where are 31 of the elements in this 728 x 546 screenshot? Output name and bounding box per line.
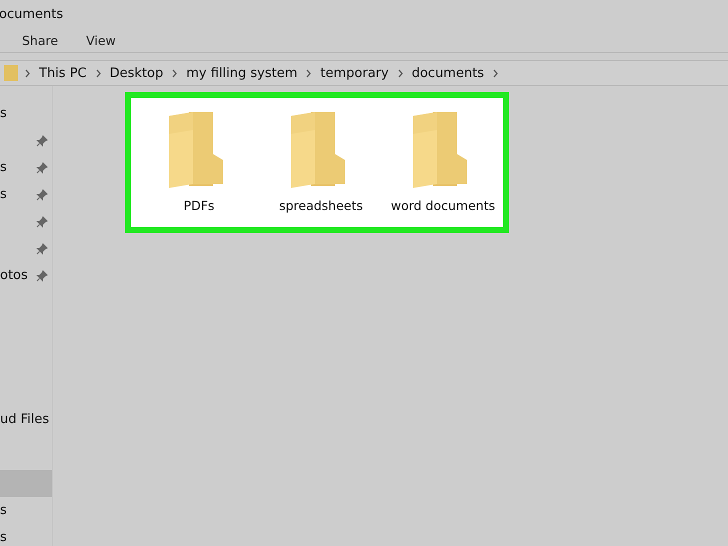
pin-icon[interactable] (36, 134, 48, 146)
breadcrumb-item[interactable]: This PC (37, 66, 89, 80)
pin-icon[interactable] (36, 216, 48, 228)
pin-icon[interactable] (36, 162, 48, 174)
sidebar-item[interactable]: s (0, 106, 7, 121)
sidebar-item[interactable]: s (0, 187, 7, 202)
chevron-icon (396, 68, 404, 78)
pin-icon[interactable] (36, 242, 48, 254)
ribbon-tab[interactable]: Share (22, 30, 58, 50)
chevron-icon (94, 68, 102, 78)
pin-icon[interactable] (36, 188, 48, 200)
sidebar-item[interactable]: s (0, 160, 7, 175)
pin-icon[interactable] (36, 270, 48, 282)
chevron-icon (305, 68, 312, 78)
folder-name[interactable]: PDFs (184, 198, 214, 213)
sidebar-item[interactable]: s (0, 530, 7, 545)
breadcrumb-item[interactable]: Desktop (108, 66, 166, 80)
chevron-icon (24, 68, 31, 78)
sidebar-item[interactable]: s (0, 503, 7, 518)
window-title: ocuments (0, 6, 64, 22)
folder-name[interactable]: spreadsheets (279, 198, 363, 213)
breadcrumb-item[interactable]: temporary (318, 66, 391, 80)
sidebar-item[interactable]: otos (0, 268, 28, 283)
breadcrumb-item[interactable]: documents (410, 66, 486, 80)
folder-icon (4, 64, 18, 82)
folder-name[interactable]: word documents (390, 198, 496, 213)
sidebar-item[interactable]: ud Files (0, 412, 50, 427)
breadcrumb-item[interactable]: my filling system (184, 66, 300, 80)
ribbon-tab[interactable]: View (86, 30, 116, 50)
chevron-icon (492, 68, 500, 78)
chevron-icon (171, 68, 178, 78)
